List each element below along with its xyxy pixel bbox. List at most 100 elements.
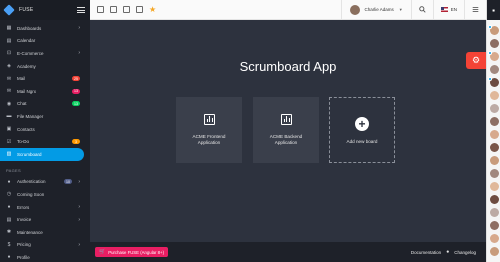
contacts-icon: ▣ (6, 126, 12, 133)
unread-indicator (488, 25, 492, 29)
contact-avatar[interactable] (490, 247, 499, 256)
contact-avatar[interactable] (490, 182, 499, 191)
chat-icon: ◉ (6, 100, 12, 107)
chevron-down-icon: ▼ (398, 7, 403, 12)
count-badge: 3 (72, 139, 80, 145)
chat-icon: ▪ (492, 5, 495, 15)
chevron-right-icon: › (78, 216, 80, 223)
sidebar-item-chat[interactable]: ◉ Chat 13 (0, 98, 90, 111)
lock-icon: ● (7, 178, 11, 185)
mail-icon[interactable] (110, 6, 117, 13)
sidebar-item-errors[interactable]: ● Errors › (0, 201, 90, 214)
sidebar-item-pricing[interactable]: $ Pricing › (0, 239, 90, 252)
contact-avatar[interactable] (490, 208, 499, 217)
sidebar-item-to-do[interactable]: ☑ To-Do 3 (0, 135, 90, 148)
footer: 🛒 Purchase FUSE (Angular 8+) Documentati… (90, 242, 486, 262)
sidebar-item-coming-soon[interactable]: ◷ Coming Soon (0, 188, 90, 201)
contact-avatar[interactable] (490, 104, 499, 113)
chevron-right-icon: › (78, 25, 80, 32)
sidebar-item-dashboards[interactable]: ▦ Dashboards › (0, 22, 90, 35)
chat-panel: ▪ (486, 0, 500, 262)
sidebar-item-scrumboard[interactable]: ▥ Scrumboard (0, 147, 84, 161)
sidebar-item-label: Profile (17, 254, 30, 260)
app-root: FUSE ▦ Dashboards › ▤ Calendar ⊡ E-Commerce › ◈ A… (0, 0, 500, 262)
sidebar-item-authentication[interactable]: ● Authentication 10 › (0, 176, 90, 189)
top-toolbar: ★ Charlie Adams ▼ EN (90, 0, 486, 20)
sidebar-item-invoice[interactable]: ▤ Invoice › (0, 213, 90, 226)
chart-board-icon (280, 114, 292, 125)
sidebar-item-label: Calendar (17, 38, 36, 44)
board-card-frontend[interactable]: ACME Frontend Application (176, 97, 242, 163)
sidebar-header: FUSE (0, 0, 90, 20)
sidebar-item-label: Academy (17, 63, 36, 69)
count-badge: 13 (72, 101, 80, 107)
calendar-icon[interactable] (97, 6, 104, 13)
count-badge: 10 (64, 179, 72, 185)
quick-panel-toggle[interactable] (464, 0, 486, 20)
contact-avatar[interactable] (490, 39, 499, 48)
contact-avatar[interactable] (490, 221, 499, 230)
avatar (349, 4, 360, 15)
menu-toggle-icon[interactable] (77, 7, 85, 13)
cart-icon: 🛒 (99, 249, 106, 255)
chevron-right-icon: › (78, 178, 80, 185)
todo-icon[interactable] (136, 6, 143, 13)
documentation-link[interactable]: Documentation (411, 250, 441, 255)
format-list-icon (472, 7, 479, 12)
error-icon: ● (7, 204, 11, 211)
language-label: EN (450, 7, 457, 12)
chevron-right-icon: › (78, 50, 80, 57)
brand-name: FUSE (19, 7, 34, 13)
sidebar-item-e-commerce[interactable]: ⊡ E-Commerce › (0, 47, 90, 60)
board-icon: ▥ (6, 151, 12, 158)
sidebar-item-mail-ngrx[interactable]: ✉ Mail Ngrx 13 (0, 85, 90, 98)
sidebar-item-file-manager[interactable]: ▬ File Manager (0, 110, 90, 123)
contact-avatar[interactable] (490, 195, 499, 204)
chat-panel-toggle[interactable]: ▪ (487, 0, 500, 20)
add-board-button[interactable]: + Add new board (329, 97, 395, 163)
chart-board-icon (203, 114, 215, 125)
sidebar-item-label: Coming Soon (17, 191, 45, 197)
purchase-button[interactable]: 🛒 Purchase FUSE (Angular 8+) (95, 247, 168, 257)
dashboard-icon: ▦ (6, 25, 12, 32)
board-title: ACME Backend Application (269, 134, 303, 145)
board-card-backend[interactable]: ACME Backend Application (253, 97, 319, 163)
user-name: Charlie Adams (364, 7, 394, 12)
contact-avatar[interactable] (490, 234, 499, 243)
changelog-link[interactable]: Changelog (454, 250, 476, 255)
contact-avatar[interactable] (490, 143, 499, 152)
settings-icon: ⚙ (471, 55, 481, 65)
theme-settings-button[interactable]: ⚙ (466, 52, 486, 69)
person-icon: ● (7, 254, 11, 261)
cart-icon: ⊡ (6, 50, 12, 57)
sidebar-item-profile[interactable]: ● Profile (0, 251, 90, 262)
sidebar-item-label: Maintenance (17, 229, 43, 235)
sidebar-item-academy[interactable]: ◈ Academy (0, 60, 90, 73)
check-box-icon: ☑ (6, 138, 12, 145)
scrumboard-main: Scrumboard App ACME Frontend Application… (90, 20, 486, 242)
contacts-icon[interactable] (123, 6, 130, 13)
star-icon[interactable]: ★ (149, 5, 156, 14)
sidebar-item-maintenance[interactable]: ✱ Maintenance (0, 226, 90, 239)
contact-avatar[interactable] (490, 91, 499, 100)
contact-avatar[interactable] (490, 130, 499, 139)
contact-avatar[interactable] (490, 117, 499, 126)
sidebar-item-contacts[interactable]: ▣ Contacts (0, 123, 90, 136)
page-title: Scrumboard App (239, 59, 337, 74)
search-button[interactable] (410, 0, 433, 20)
language-selector[interactable]: EN (432, 0, 464, 20)
add-icon: + (355, 117, 369, 131)
count-badge: 25 (72, 76, 80, 82)
sidebar-item-mail[interactable]: ✉ Mail 25 (0, 72, 90, 85)
fuse-logo-icon (3, 4, 15, 16)
contact-avatar[interactable] (490, 65, 499, 74)
folder-icon: ▬ (6, 113, 12, 120)
contact-avatar[interactable] (490, 169, 499, 178)
contact-avatar[interactable] (490, 156, 499, 165)
footer-links: Documentation ● Changelog (411, 249, 481, 255)
money-icon: $ (7, 241, 11, 248)
shortcut-icons: ★ (90, 5, 341, 14)
sidebar-item-calendar[interactable]: ▤ Calendar (0, 35, 90, 48)
alarm-icon: ◷ (6, 191, 12, 198)
user-menu[interactable]: Charlie Adams ▼ (340, 0, 411, 20)
